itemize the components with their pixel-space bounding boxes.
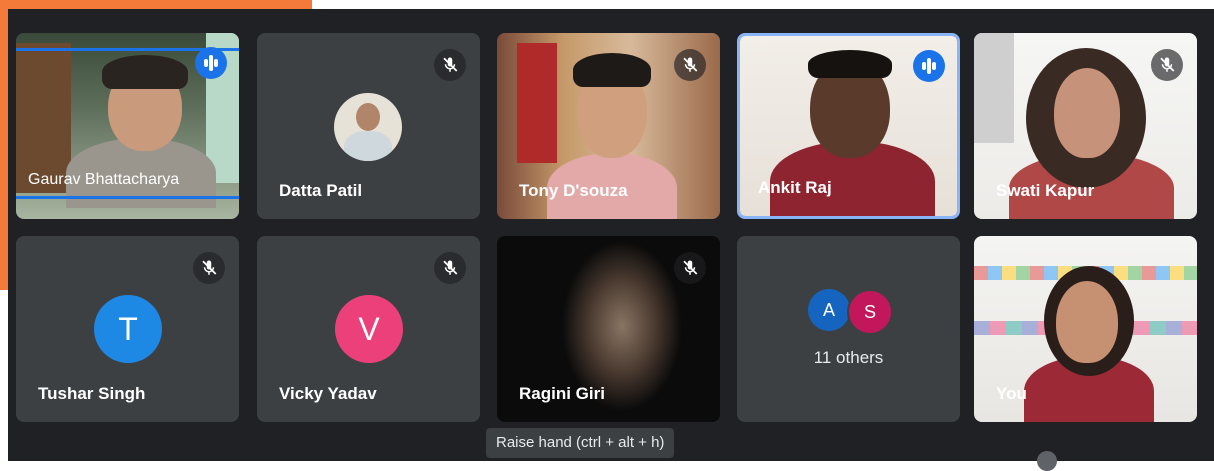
others-count: 11 others (813, 348, 884, 367)
avatar: V (335, 295, 403, 363)
participant-name: Ankit Raj (758, 178, 832, 197)
avatar: S (847, 289, 893, 335)
participant-tile-swati[interactable]: Swati Kapur (974, 33, 1197, 219)
mic-off-icon (434, 49, 466, 81)
avatar: A (808, 289, 850, 331)
participant-tile-ankit[interactable]: Ankit Raj (737, 33, 960, 219)
participant-tile-tony[interactable]: Tony D'souza (497, 33, 720, 219)
audio-level-icon (913, 50, 945, 82)
participant-tile-ragini[interactable]: Ragini Giri (497, 236, 720, 422)
participant-name: Gaurav Bhattacharya (28, 171, 180, 188)
participant-name: Datta Patil (279, 181, 363, 200)
profile-photo (334, 93, 402, 161)
others-tile[interactable]: A S 11 others (737, 236, 960, 422)
mic-off-icon (193, 252, 225, 284)
participant-name: Tony D'souza (519, 181, 628, 200)
participant-name: Ragini Giri (519, 384, 605, 403)
audio-level-icon (195, 47, 227, 79)
participant-name: You (996, 384, 1027, 403)
participant-tile-gaurav[interactable]: Gaurav Bhattacharya (16, 33, 239, 219)
raise-hand-tooltip: Raise hand (ctrl + alt + h) (486, 428, 675, 458)
participant-name: Vicky Yadav (279, 384, 377, 403)
avatar: T (94, 295, 162, 363)
control-button[interactable] (1037, 451, 1057, 471)
participant-tile-datta[interactable]: Datta Patil (257, 33, 480, 219)
mic-off-icon (1151, 49, 1183, 81)
participant-name: Swati Kapur (996, 181, 1095, 200)
participant-name: Tushar Singh (38, 384, 146, 403)
mic-off-icon (674, 49, 706, 81)
meeting-grid: Gaurav Bhattacharya Datta Patil Tony D's… (8, 9, 1214, 461)
self-tile[interactable]: You (974, 236, 1197, 422)
participant-tile-vicky[interactable]: V Vicky Yadav (257, 236, 480, 422)
participant-tile-tushar[interactable]: T Tushar Singh (16, 236, 239, 422)
mic-off-icon (434, 252, 466, 284)
mic-off-icon (674, 252, 706, 284)
